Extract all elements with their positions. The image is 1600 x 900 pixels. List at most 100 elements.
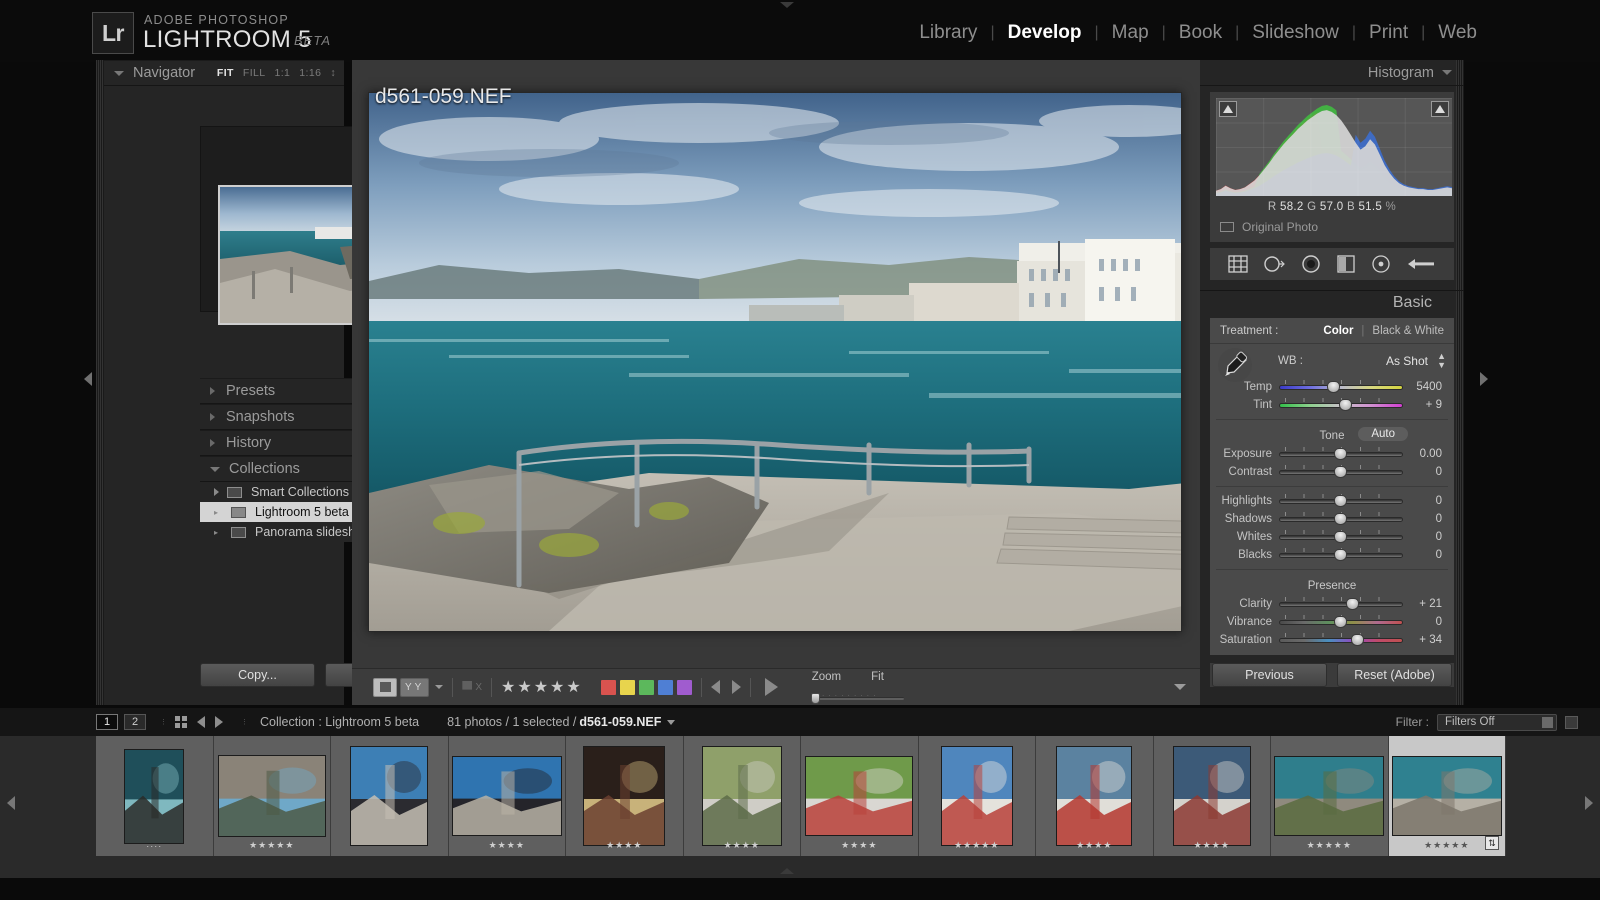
- filmstrip-thumbnail[interactable]: ★★★★★: [919, 736, 1037, 856]
- slider-knob[interactable]: [1334, 616, 1347, 628]
- thumbnail-rating[interactable]: ★★★★★: [1271, 840, 1388, 851]
- filmstrip-scroll-left-icon[interactable]: [7, 796, 15, 810]
- loupe-view-icon[interactable]: [373, 678, 397, 697]
- basic-panel-header[interactable]: Basic: [1200, 290, 1464, 314]
- slider-track-area[interactable]: [1279, 494, 1401, 508]
- shadow-clipping-icon[interactable]: [1219, 101, 1237, 117]
- slider-track-area[interactable]: [1279, 380, 1401, 394]
- slider-knob[interactable]: [1334, 466, 1347, 478]
- slider-track-area[interactable]: [1279, 512, 1401, 526]
- left-panel-collapse-arrow[interactable]: [84, 372, 92, 386]
- spot-removal-icon[interactable]: [1263, 254, 1287, 274]
- slider-track-area[interactable]: [1279, 615, 1401, 629]
- filter-select[interactable]: Filters Off: [1437, 714, 1557, 731]
- slider-value[interactable]: + 21: [1401, 598, 1446, 610]
- slider-knob[interactable]: [1334, 549, 1347, 561]
- slider-track-area[interactable]: [1279, 597, 1401, 611]
- slider-value[interactable]: 0: [1401, 549, 1446, 561]
- crop-overlay-icon[interactable]: [1227, 254, 1249, 274]
- slider-knob[interactable]: [1339, 399, 1352, 411]
- filmstrip-thumbnail[interactable]: [331, 736, 449, 856]
- impromptu-slideshow-icon[interactable]: [765, 678, 778, 696]
- slider-value[interactable]: 0: [1401, 513, 1446, 525]
- loupe-view[interactable]: d561-059.NEF: [352, 60, 1200, 668]
- navigator-header[interactable]: Navigator FITFILL1:11:16↕: [104, 60, 344, 86]
- slider-track-area[interactable]: [1279, 530, 1401, 544]
- filmstrip-current-file[interactable]: d561-059.NEF: [579, 715, 661, 729]
- slider-track-area[interactable]: [1279, 465, 1401, 479]
- slider-value[interactable]: 0.00: [1401, 448, 1446, 460]
- slider-value[interactable]: 0: [1401, 531, 1446, 543]
- grid-view-icon[interactable]: [175, 716, 187, 728]
- zoom-slider[interactable]: ··········: [812, 693, 904, 703]
- filmstrip-source[interactable]: Collection : Lightroom 5 beta: [260, 715, 419, 729]
- filmstrip-thumbnail[interactable]: ★★★★★⇅: [1389, 736, 1507, 856]
- expand-icon[interactable]: [214, 488, 219, 496]
- module-print[interactable]: Print: [1356, 22, 1421, 44]
- module-web[interactable]: Web: [1425, 22, 1490, 44]
- highlight-clipping-icon[interactable]: [1431, 101, 1449, 117]
- star-rating[interactable]: ★★★★★: [501, 677, 583, 697]
- screen-1-button[interactable]: 1: [96, 714, 118, 730]
- slider-value[interactable]: 0: [1401, 495, 1446, 507]
- thumbnail-rating[interactable]: ★★★★★: [214, 840, 331, 851]
- slider-exposure[interactable]: Exposure0.00: [1210, 445, 1454, 463]
- slider-knob[interactable]: [1346, 598, 1359, 610]
- color-label-swatch[interactable]: [620, 680, 635, 695]
- thumbnail-rating[interactable]: ★★★★: [1036, 840, 1153, 851]
- slider-highlights[interactable]: Highlights0: [1210, 492, 1454, 510]
- filmstrip-collapse-arrow[interactable]: [780, 868, 794, 874]
- treatment-black-white[interactable]: Black & White: [1372, 325, 1444, 337]
- go-forward-icon[interactable]: [215, 716, 223, 728]
- slider-track-area[interactable]: [1279, 398, 1401, 412]
- expand-icon[interactable]: ▸: [214, 508, 223, 517]
- module-book[interactable]: Book: [1166, 22, 1235, 44]
- filmstrip-thumbnail[interactable]: ★★★★: [1154, 736, 1272, 856]
- color-label-swatch[interactable]: [658, 680, 673, 695]
- slider-knob[interactable]: [1334, 495, 1347, 507]
- filmstrip-thumbnail[interactable]: ★★★★: [1036, 736, 1154, 856]
- thumbnail-rating[interactable]: ★★★★: [684, 840, 801, 851]
- slider-knob[interactable]: [1351, 634, 1364, 646]
- wb-value[interactable]: As Shot: [1386, 354, 1428, 368]
- previous-button[interactable]: Previous: [1212, 663, 1327, 687]
- thumbnail-rating[interactable]: ★★★★: [566, 840, 683, 851]
- slider-value[interactable]: + 34: [1401, 634, 1446, 646]
- color-label-swatch[interactable]: [677, 680, 692, 695]
- thumbnail-rating[interactable]: ★★★★: [449, 840, 566, 851]
- filmstrip-thumbnail[interactable]: ★★★★: [801, 736, 919, 856]
- wb-stepper-icon[interactable]: ▲▼: [1437, 352, 1446, 370]
- screen-2-button[interactable]: 2: [124, 714, 146, 730]
- right-panel-collapse-arrow[interactable]: [1480, 372, 1488, 386]
- slider-saturation[interactable]: Saturation+ 34: [1210, 631, 1454, 649]
- navigator-zoom-stepper-icon[interactable]: ↕: [330, 67, 336, 79]
- copy-button[interactable]: Copy...: [200, 663, 315, 687]
- compare-view-button[interactable]: YY: [400, 678, 429, 697]
- thumbnail-rating[interactable]: ★★★★: [1154, 840, 1271, 851]
- module-map[interactable]: Map: [1099, 22, 1162, 44]
- slider-whites[interactable]: Whites0: [1210, 528, 1454, 546]
- slider-knob[interactable]: [1334, 448, 1347, 460]
- thumbnail-rating[interactable]: ····: [96, 841, 213, 851]
- slider-contrast[interactable]: Contrast0: [1210, 463, 1454, 481]
- flag-icon[interactable]: [462, 681, 472, 694]
- slider-value[interactable]: 5400: [1401, 381, 1446, 393]
- view-mode-chevron-down-icon[interactable]: [435, 685, 443, 689]
- filmstrip-scroll-right-icon[interactable]: [1585, 796, 1593, 810]
- slider-track-area[interactable]: [1279, 548, 1401, 562]
- slider-shadows[interactable]: Shadows0: [1210, 510, 1454, 528]
- slider-knob[interactable]: [1327, 381, 1340, 393]
- slider-clarity[interactable]: Clarity+ 21: [1210, 595, 1454, 613]
- go-back-icon[interactable]: [197, 716, 205, 728]
- filmstrip-thumbnail[interactable]: ★★★★: [684, 736, 802, 856]
- red-eye-icon[interactable]: [1301, 254, 1321, 274]
- slider-track-area[interactable]: [1279, 447, 1401, 461]
- next-photo-icon[interactable]: [732, 680, 741, 694]
- adjustment-brush-icon[interactable]: [1405, 254, 1437, 274]
- slider-knob[interactable]: [1334, 531, 1347, 543]
- left-panel-grip[interactable]: [96, 60, 104, 705]
- histogram-header[interactable]: Histogram: [1200, 60, 1464, 86]
- reject-icon[interactable]: X: [475, 682, 482, 693]
- zoom-slider-knob[interactable]: [811, 693, 820, 704]
- filmstrip-thumbnail[interactable]: ★★★★★: [1271, 736, 1389, 856]
